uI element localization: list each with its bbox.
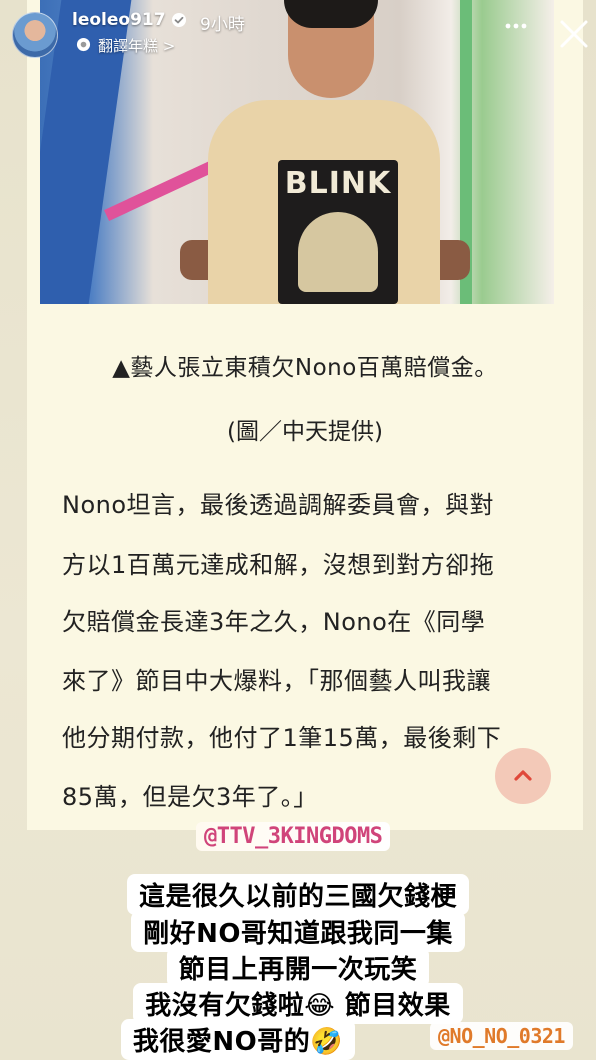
overlay-text-line: 我沒有欠錢啦😂 節目效果 bbox=[0, 983, 596, 1024]
translate-icon bbox=[76, 37, 91, 52]
translate-link[interactable]: 翻譯年糕 > bbox=[98, 35, 175, 56]
article-body-line: 他分期付款，他付了1筆15萬，最後剩下 bbox=[62, 724, 502, 752]
post-time: 9小時 bbox=[200, 15, 245, 35]
shirt-print-art bbox=[298, 212, 378, 292]
overlay-text: 節目上再開一次玩笑 bbox=[166, 947, 430, 988]
article-body-line: 方以1百萬元達成和解，沒想到對方卻拖 bbox=[62, 551, 495, 579]
avatar[interactable] bbox=[12, 12, 58, 58]
overlay-text-line: 這是很久以前的三國欠錢梗 bbox=[0, 874, 596, 915]
photo-caption: ▲藝人張立東積欠Nono百萬賠償金。 bbox=[112, 355, 498, 381]
username[interactable]: leoleo917 bbox=[72, 10, 166, 30]
shirt-print: BLINK bbox=[278, 160, 398, 304]
overlay-text: 我很愛NO哥的🤣 bbox=[120, 1019, 356, 1060]
person-hair bbox=[284, 0, 378, 28]
overlay-text-line: 剛好NO哥知道跟我同一集 bbox=[0, 911, 596, 952]
overlay-text: 剛好NO哥知道跟我同一集 bbox=[131, 911, 465, 952]
close-icon[interactable] bbox=[558, 18, 590, 50]
mention-sticker[interactable]: @TTV_3KINGDOMS bbox=[196, 822, 391, 851]
overlay-text: 這是很久以前的三國欠錢梗 bbox=[126, 874, 469, 915]
scroll-top-button[interactable] bbox=[495, 748, 551, 804]
mention-sticker[interactable]: @NO_NO_0321 bbox=[430, 1022, 573, 1050]
verified-badge-icon bbox=[172, 13, 186, 27]
overlay-text: 我沒有欠錢啦😂 節目效果 bbox=[133, 983, 463, 1024]
article-body-line: 85萬，但是欠3年了。」 bbox=[62, 783, 318, 811]
article-body-line: Nono坦言，最後透過調解委員會，與對 bbox=[62, 491, 495, 519]
story-view: BLINK ▲藝人張立東積欠Nono百萬賠償金。 (圖／中天提供) Nono坦言… bbox=[0, 0, 596, 1060]
article-body-line: 欠賠償金長達3年之久，Nono在《同學 bbox=[62, 608, 486, 636]
chevron-up-icon bbox=[514, 770, 532, 781]
shirt-print-text: BLINK bbox=[284, 166, 392, 201]
article-body-line: 來了》節目中大爆料，「那個藝人叫我讓 bbox=[62, 667, 491, 695]
overlay-text-line: 節目上再開一次玩笑 bbox=[0, 947, 596, 988]
more-options-icon[interactable] bbox=[504, 22, 528, 30]
photo-credit: (圖／中天提供) bbox=[227, 419, 383, 445]
